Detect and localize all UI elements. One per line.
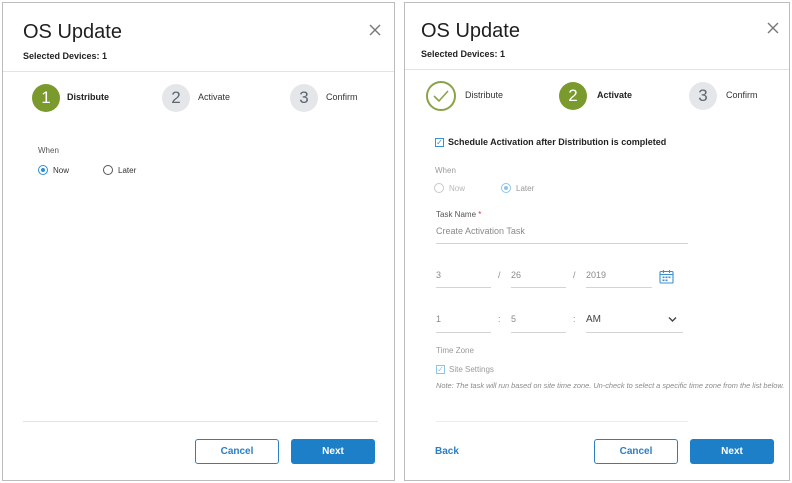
dialog-title: OS Update [23, 21, 122, 43]
time-separator: : [498, 314, 501, 324]
radio-later[interactable]: Later [501, 183, 534, 193]
task-name-label-text: Task Name [436, 210, 477, 219]
dialog-title: OS Update [421, 20, 520, 42]
close-icon[interactable] [368, 23, 382, 37]
radio-later-indicator[interactable] [103, 165, 113, 175]
radio-later-label: Later [516, 183, 535, 193]
step-confirm-label: Confirm [726, 90, 758, 100]
next-button[interactable]: Next [690, 439, 774, 464]
when-label: When [435, 166, 456, 175]
selected-devices-count: Selected Devices: 1 [421, 49, 506, 59]
period-select-value: AM [586, 314, 601, 325]
date-separator: / [573, 270, 576, 280]
step-activate-label: Activate [597, 90, 633, 100]
minute-input[interactable]: 5 [511, 314, 566, 333]
next-button[interactable]: Next [291, 439, 375, 464]
radio-now[interactable]: Now [434, 183, 465, 193]
header-divider [405, 69, 789, 70]
check-icon [433, 90, 449, 103]
task-name-label: Task Name * [436, 210, 481, 219]
step-distribute-label: Distribute [465, 90, 504, 100]
month-input[interactable]: 3 [436, 270, 491, 288]
day-input[interactable]: 26 [511, 270, 566, 288]
step-1-complete-indicator [426, 81, 456, 111]
calendar-icon[interactable] [659, 269, 674, 284]
step-2-indicator: 2 [162, 84, 190, 112]
radio-now-indicator[interactable] [38, 165, 48, 175]
year-input[interactable]: 2019 [586, 270, 652, 288]
hour-input[interactable]: 1 [436, 314, 491, 333]
cancel-button[interactable]: Cancel [195, 439, 279, 464]
selected-devices-count: Selected Devices: 1 [23, 51, 108, 61]
step-1-indicator: 1 [32, 84, 60, 112]
radio-later-indicator[interactable] [501, 183, 511, 193]
radio-later[interactable]: Later [103, 165, 136, 175]
radio-now-indicator[interactable] [434, 183, 444, 193]
required-marker: * [478, 210, 482, 219]
footer-divider [23, 421, 378, 422]
step-distribute-label: Distribute [67, 92, 110, 102]
step-3-indicator: 3 [290, 84, 318, 112]
radio-now-label: Now [449, 183, 466, 193]
step-3-indicator: 3 [689, 82, 717, 110]
radio-later-label: Later [118, 165, 137, 175]
radio-now[interactable]: Now [38, 165, 69, 175]
chevron-down-icon [668, 317, 677, 322]
close-icon[interactable] [766, 21, 780, 35]
schedule-activation-label: Schedule Activation after Distribution i… [448, 137, 667, 147]
time-zone-note: Note: The task will run based on site ti… [436, 381, 785, 390]
site-settings-label: Site Settings [449, 365, 494, 374]
site-settings-checkbox[interactable]: ✓ [436, 365, 445, 374]
os-update-dialog-activate: OS Update Selected Devices: 1 Distribute… [404, 2, 790, 481]
date-separator: / [498, 270, 501, 280]
header-divider [3, 71, 394, 72]
radio-now-label: Now [53, 165, 70, 175]
time-zone-label: Time Zone [436, 346, 474, 355]
period-select[interactable]: AM [586, 314, 683, 333]
step-confirm-label: Confirm [326, 92, 358, 102]
schedule-activation-checkbox[interactable]: ✓ [435, 138, 444, 147]
time-separator: : [573, 314, 576, 324]
step-activate-label: Activate [198, 92, 231, 102]
truncated-field-line [436, 421, 688, 422]
os-update-dialog-distribute: OS Update Selected Devices: 1 1 Distribu… [2, 2, 395, 481]
back-button[interactable]: Back [435, 446, 459, 457]
task-name-input[interactable]: Create Activation Task [436, 226, 688, 244]
cancel-button[interactable]: Cancel [594, 439, 678, 464]
step-2-indicator: 2 [559, 82, 587, 110]
when-label: When [38, 146, 59, 155]
